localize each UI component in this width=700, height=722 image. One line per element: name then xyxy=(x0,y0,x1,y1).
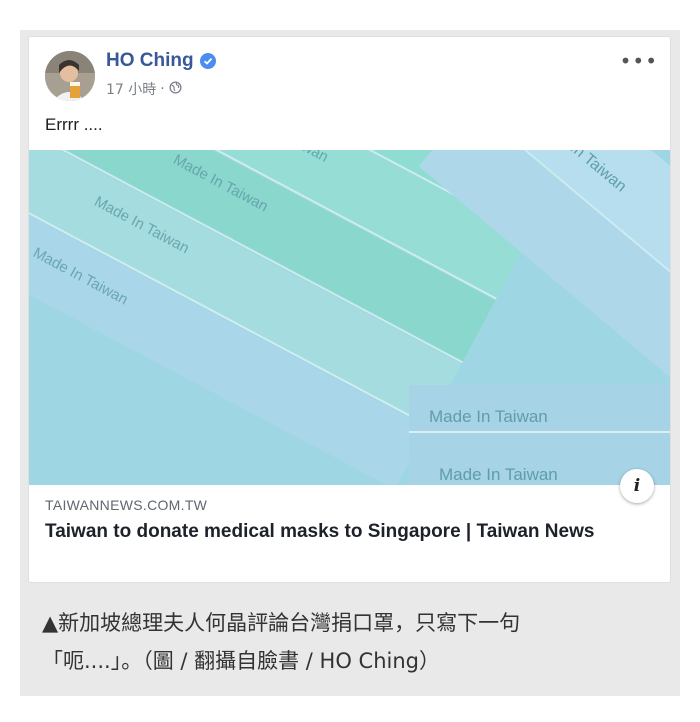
caption-line: ▲新加坡總理夫人何晶評論台灣捐口罩，只寫下一句 xyxy=(42,611,521,635)
link-preview-image[interactable]: Made In Taiwan Made In Taiwan Made In Ta… xyxy=(29,150,670,485)
verified-badge-icon xyxy=(199,53,216,69)
mask-imprint: Made In Taiwan xyxy=(429,407,548,426)
post-meta: 17 小時 · xyxy=(106,79,182,99)
avatar[interactable] xyxy=(45,51,95,101)
link-domain: TAIWANNEWS.COM.TW xyxy=(45,497,208,513)
more-options-icon[interactable]: ••• xyxy=(620,51,658,71)
author-name-link[interactable]: HO Ching xyxy=(106,50,194,72)
link-title[interactable]: Taiwan to donate medical masks to Singap… xyxy=(45,519,645,545)
globe-icon[interactable] xyxy=(169,80,182,98)
photo-caption: ▲新加坡總理夫人何晶評論台灣捐口罩，只寫下一句 「呃....」。（圖 / 翻攝自… xyxy=(42,604,662,680)
info-icon[interactable]: i xyxy=(620,469,654,503)
meta-separator: · xyxy=(160,81,165,97)
post-text: Errrr .... xyxy=(45,115,103,134)
caption-line: 「呃....」。（圖 / 翻攝自臉書 / HO Ching） xyxy=(42,649,440,673)
mask-imprint: Made In Taiwan xyxy=(439,465,558,484)
post-timestamp[interactable]: 17 小時 xyxy=(106,79,156,99)
facebook-post-card: HO Ching 17 小時 · ••• Errrr .... Made In … xyxy=(28,36,671,583)
post-author: HO Ching xyxy=(106,50,216,72)
